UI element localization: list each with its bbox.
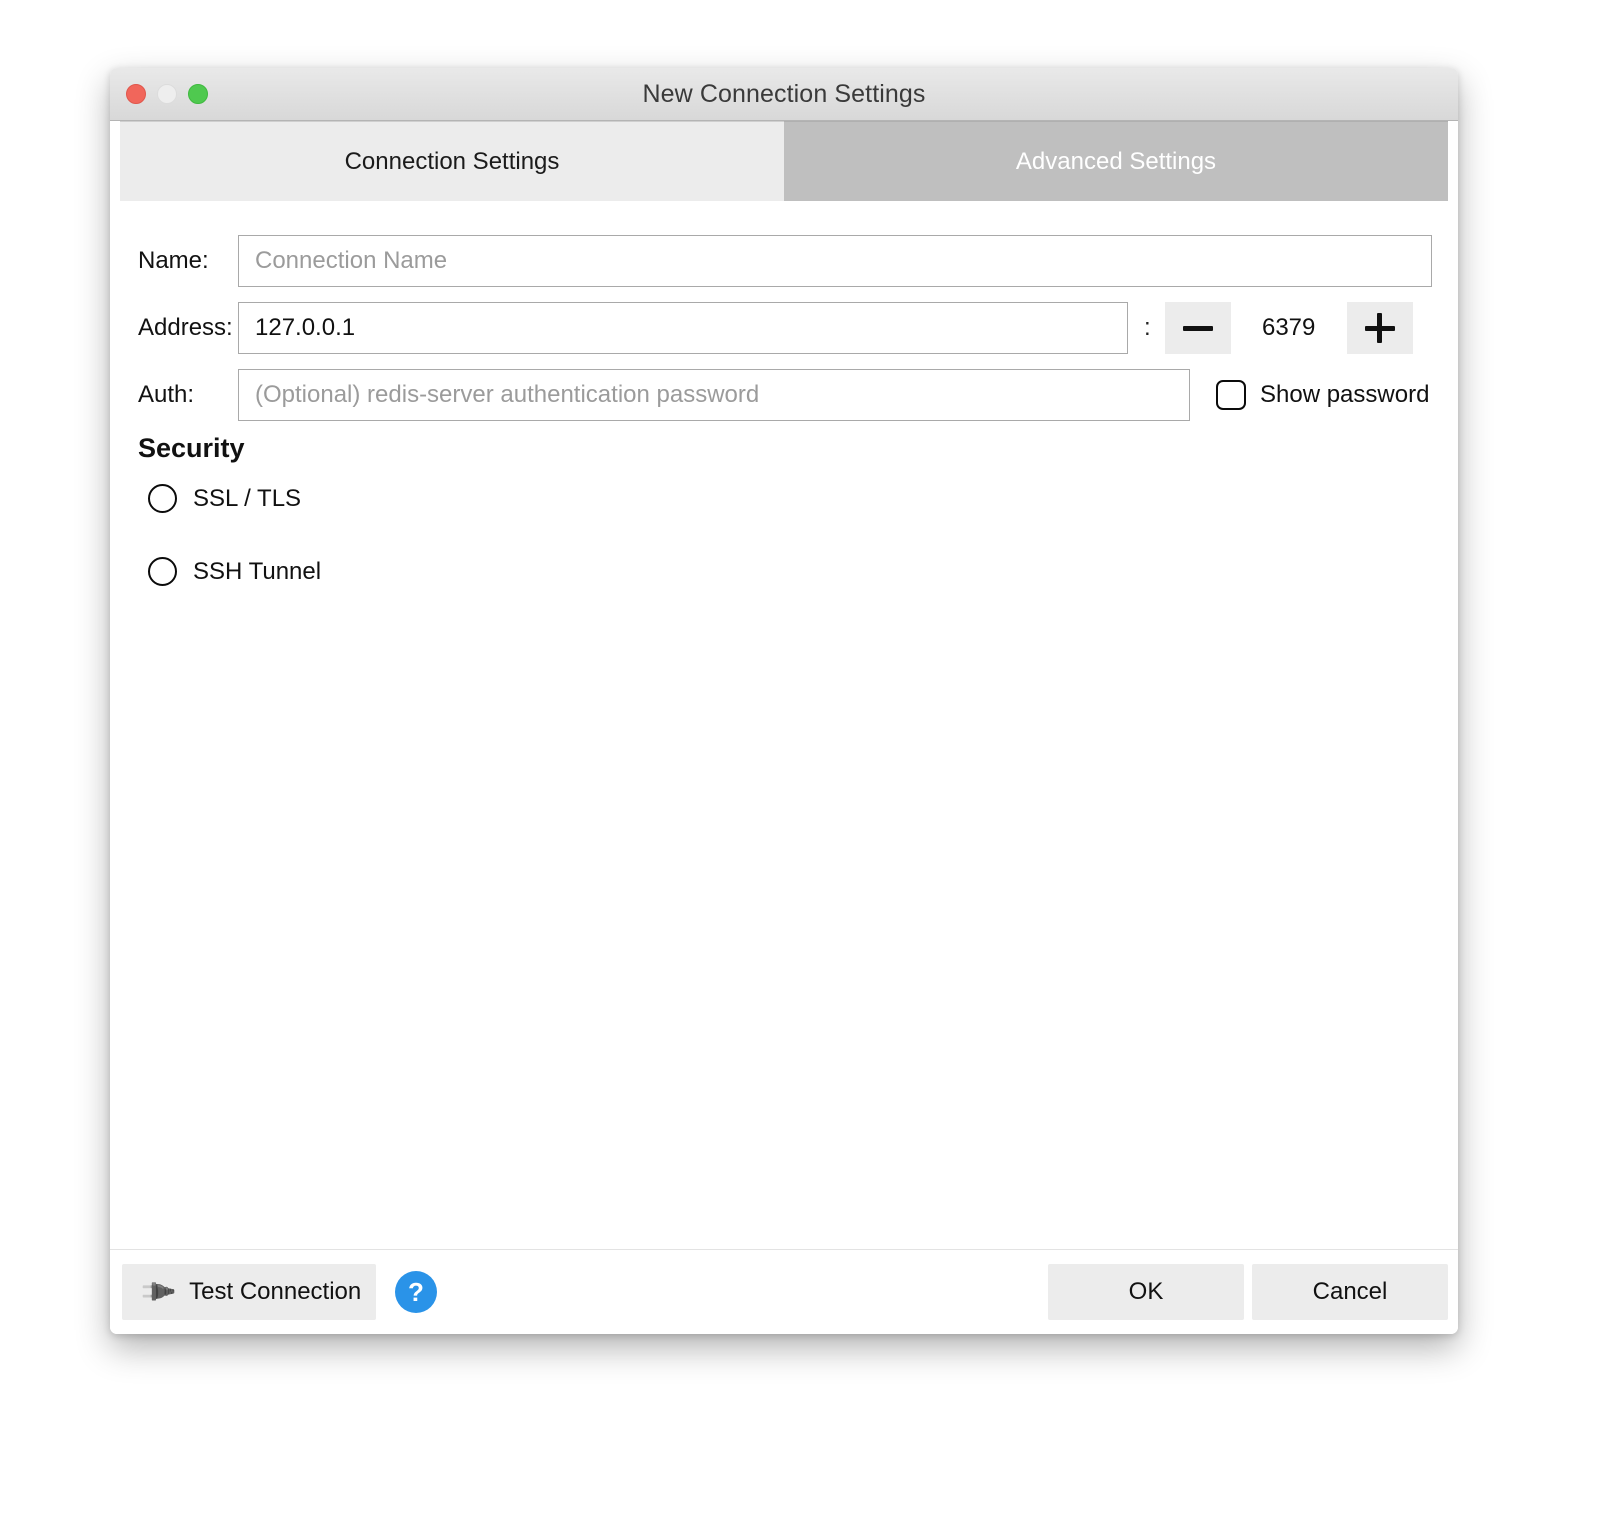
help-button[interactable]: ? — [395, 1271, 437, 1313]
window-controls — [126, 68, 208, 120]
ssl-tls-radio[interactable] — [148, 484, 177, 513]
show-password-control[interactable]: Show password — [1216, 380, 1429, 410]
ok-button[interactable]: OK — [1048, 1264, 1244, 1320]
test-connection-button[interactable]: 🔌 Test Connection — [122, 1264, 376, 1320]
show-password-label: Show password — [1260, 381, 1430, 408]
address-label: Address: — [138, 314, 233, 341]
port-decrement-button[interactable] — [1164, 302, 1231, 354]
ssh-tunnel-label: SSH Tunnel — [193, 557, 322, 585]
port-increment-button[interactable] — [1346, 302, 1413, 354]
address-port-separator: : — [1144, 314, 1151, 341]
cancel-button[interactable]: Cancel — [1252, 1264, 1448, 1320]
question-mark-icon: ? — [408, 1276, 424, 1307]
close-button-icon[interactable] — [126, 84, 146, 104]
test-connection-label: Test Connection — [189, 1278, 362, 1305]
security-option-ssh-tunnel[interactable]: SSH Tunnel — [148, 557, 321, 586]
port-stepper: 6379 — [1164, 302, 1413, 354]
settings-tabstrip: Connection Settings Advanced Settings — [110, 121, 1458, 201]
auth-label: Auth: — [138, 381, 195, 408]
cancel-button-label: Cancel — [1312, 1278, 1388, 1305]
minus-icon — [1182, 325, 1213, 331]
tab-advanced-settings-label: Advanced Settings — [1015, 147, 1217, 175]
name-input[interactable]: Connection Name — [238, 235, 1432, 287]
ssl-tls-label: SSL / TLS — [193, 484, 302, 512]
maximize-button-icon[interactable] — [188, 84, 208, 104]
port-value[interactable]: 6379 — [1230, 302, 1347, 354]
plus-icon — [1364, 313, 1395, 343]
tab-connection-settings-label: Connection Settings — [344, 147, 560, 175]
security-option-ssl-tls[interactable]: SSL / TLS — [148, 484, 301, 513]
settings-content-panel: Name: Connection Name Address: 127.0.0.1… — [110, 201, 1458, 1249]
plug-icon: 🔌 — [136, 1270, 179, 1313]
tab-connection-settings[interactable]: Connection Settings — [120, 121, 784, 201]
address-row: Address: 127.0.0.1 : 6379 — [120, 302, 1448, 354]
show-password-checkbox[interactable] — [1216, 380, 1246, 410]
auth-row: Auth: (Optional) redis-server authentica… — [120, 369, 1448, 421]
window-titlebar: New Connection Settings — [110, 68, 1458, 121]
name-row: Name: Connection Name — [120, 235, 1448, 287]
name-label: Name: — [138, 247, 209, 274]
window-title: New Connection Settings — [642, 79, 926, 108]
auth-input[interactable]: (Optional) redis-server authentication p… — [238, 369, 1190, 421]
tab-advanced-settings[interactable]: Advanced Settings — [784, 121, 1448, 201]
ssh-tunnel-radio[interactable] — [148, 557, 177, 586]
security-section-title: Security — [138, 433, 245, 463]
ok-button-label: OK — [1128, 1278, 1164, 1305]
minimize-button-icon[interactable] — [157, 84, 177, 104]
address-input[interactable]: 127.0.0.1 — [238, 302, 1128, 354]
dialog-footer: 🔌 Test Connection ? OK Cancel — [110, 1249, 1458, 1334]
new-connection-settings-window: New Connection Settings Connection Setti… — [110, 68, 1458, 1334]
